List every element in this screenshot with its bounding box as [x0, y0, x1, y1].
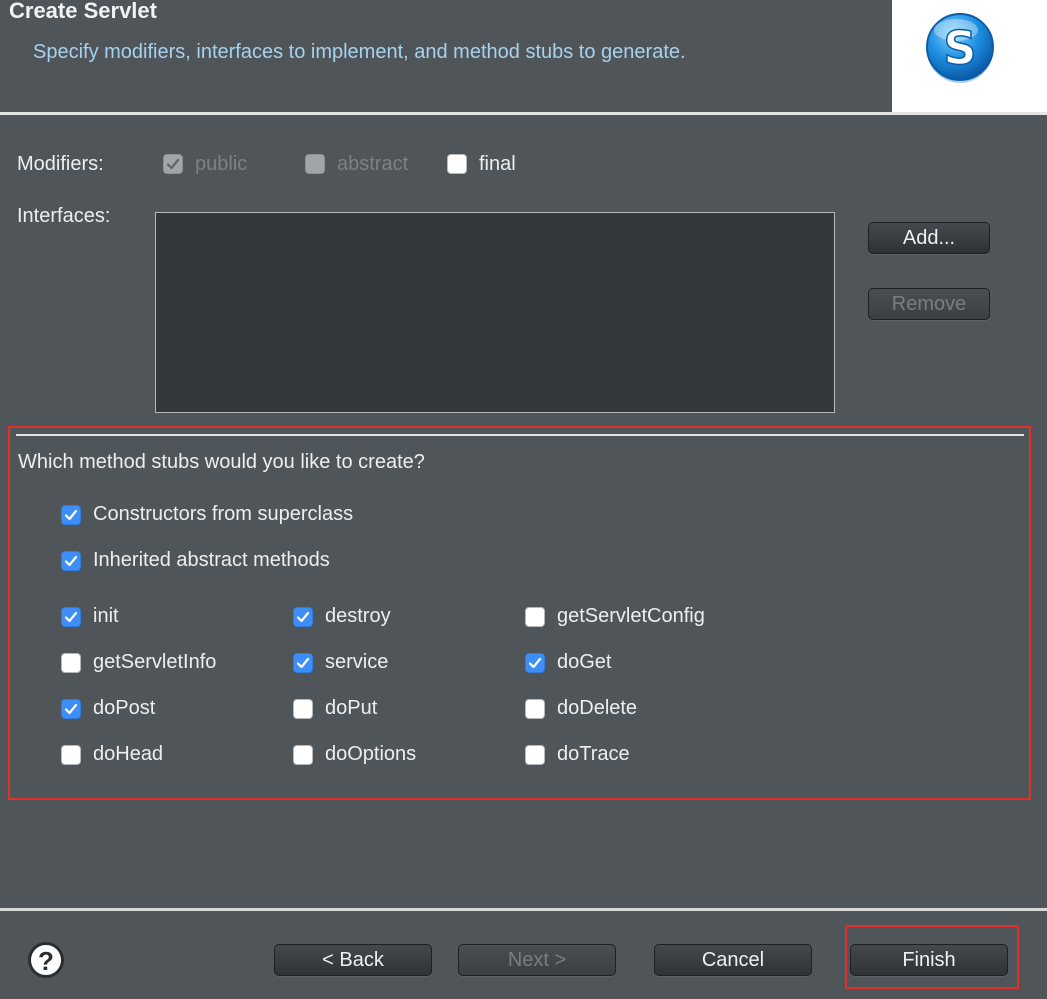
finish-button[interactable]: Finish: [850, 944, 1008, 976]
dotrace-label: doTrace: [557, 743, 630, 765]
getservletconfig-label: getServletConfig: [557, 605, 705, 627]
group-separator: [16, 434, 1024, 436]
dialog-title: Create Servlet: [9, 0, 157, 23]
doget-checkbox[interactable]: [525, 653, 545, 673]
modifiers-label: Modifiers:: [17, 153, 104, 175]
service-label: service: [325, 651, 389, 673]
inherited-abstract-checkbox[interactable]: [61, 551, 81, 571]
dohead-checkbox[interactable]: [61, 745, 81, 765]
method-stubs-question: Which method stubs would you like to cre…: [18, 451, 425, 473]
dopost-label: doPost: [93, 697, 156, 719]
help-question-icon: ?: [38, 946, 54, 976]
dodelete-checkbox[interactable]: [525, 699, 545, 719]
service-checkbox[interactable]: [293, 653, 313, 673]
inherited-abstract-label: Inherited abstract methods: [93, 549, 330, 571]
checkmark-icon: [64, 555, 78, 567]
checkmark-icon: [528, 657, 542, 669]
constructors-label: Constructors from superclass: [93, 503, 354, 525]
getservletinfo-label: getServletInfo: [93, 651, 217, 673]
public-label: public: [195, 153, 248, 175]
next-button[interactable]: Next >: [458, 944, 616, 976]
dohead-label: doHead: [93, 743, 164, 765]
final-label: final: [479, 153, 516, 175]
final-checkbox[interactable]: [447, 154, 467, 174]
destroy-label: destroy: [325, 605, 391, 627]
svg-text:S: S: [943, 21, 976, 75]
back-button[interactable]: < Back: [274, 944, 432, 976]
logo-panel: S: [892, 0, 1047, 112]
interfaces-list[interactable]: [155, 212, 835, 413]
dialog-subtitle: Specify modifiers, interfaces to impleme…: [33, 41, 686, 63]
checkmark-icon: [64, 703, 78, 715]
dotrace-checkbox[interactable]: [525, 745, 545, 765]
checkmark-icon: [64, 611, 78, 623]
header-separator: [0, 112, 1047, 115]
checkmark-icon: [296, 611, 310, 623]
dooptions-checkbox[interactable]: [293, 745, 313, 765]
doput-checkbox[interactable]: [293, 699, 313, 719]
servlet-s-logo-icon: S: [926, 13, 994, 83]
cancel-button[interactable]: Cancel: [654, 944, 812, 976]
footer-separator: [0, 908, 1047, 911]
doget-label: doGet: [557, 651, 612, 673]
checkmark-icon: [166, 158, 180, 170]
abstract-checkbox[interactable]: [305, 154, 325, 174]
public-checkbox[interactable]: [163, 154, 183, 174]
interfaces-label: Interfaces:: [17, 205, 111, 227]
help-button[interactable]: ?: [28, 942, 64, 978]
destroy-checkbox[interactable]: [293, 607, 313, 627]
checkmark-icon: [64, 509, 78, 521]
dodelete-label: doDelete: [557, 697, 638, 719]
dooptions-label: doOptions: [325, 743, 417, 765]
dopost-checkbox[interactable]: [61, 699, 81, 719]
constructors-checkbox[interactable]: [61, 505, 81, 525]
add-interface-button[interactable]: Add...: [868, 222, 990, 254]
init-checkbox[interactable]: [61, 607, 81, 627]
remove-interface-button[interactable]: Remove: [868, 288, 990, 320]
checkmark-icon: [296, 657, 310, 669]
init-label: init: [93, 605, 119, 627]
getservletinfo-checkbox[interactable]: [61, 653, 81, 673]
abstract-label: abstract: [337, 153, 409, 175]
getservletconfig-checkbox[interactable]: [525, 607, 545, 627]
doput-label: doPut: [325, 697, 378, 719]
